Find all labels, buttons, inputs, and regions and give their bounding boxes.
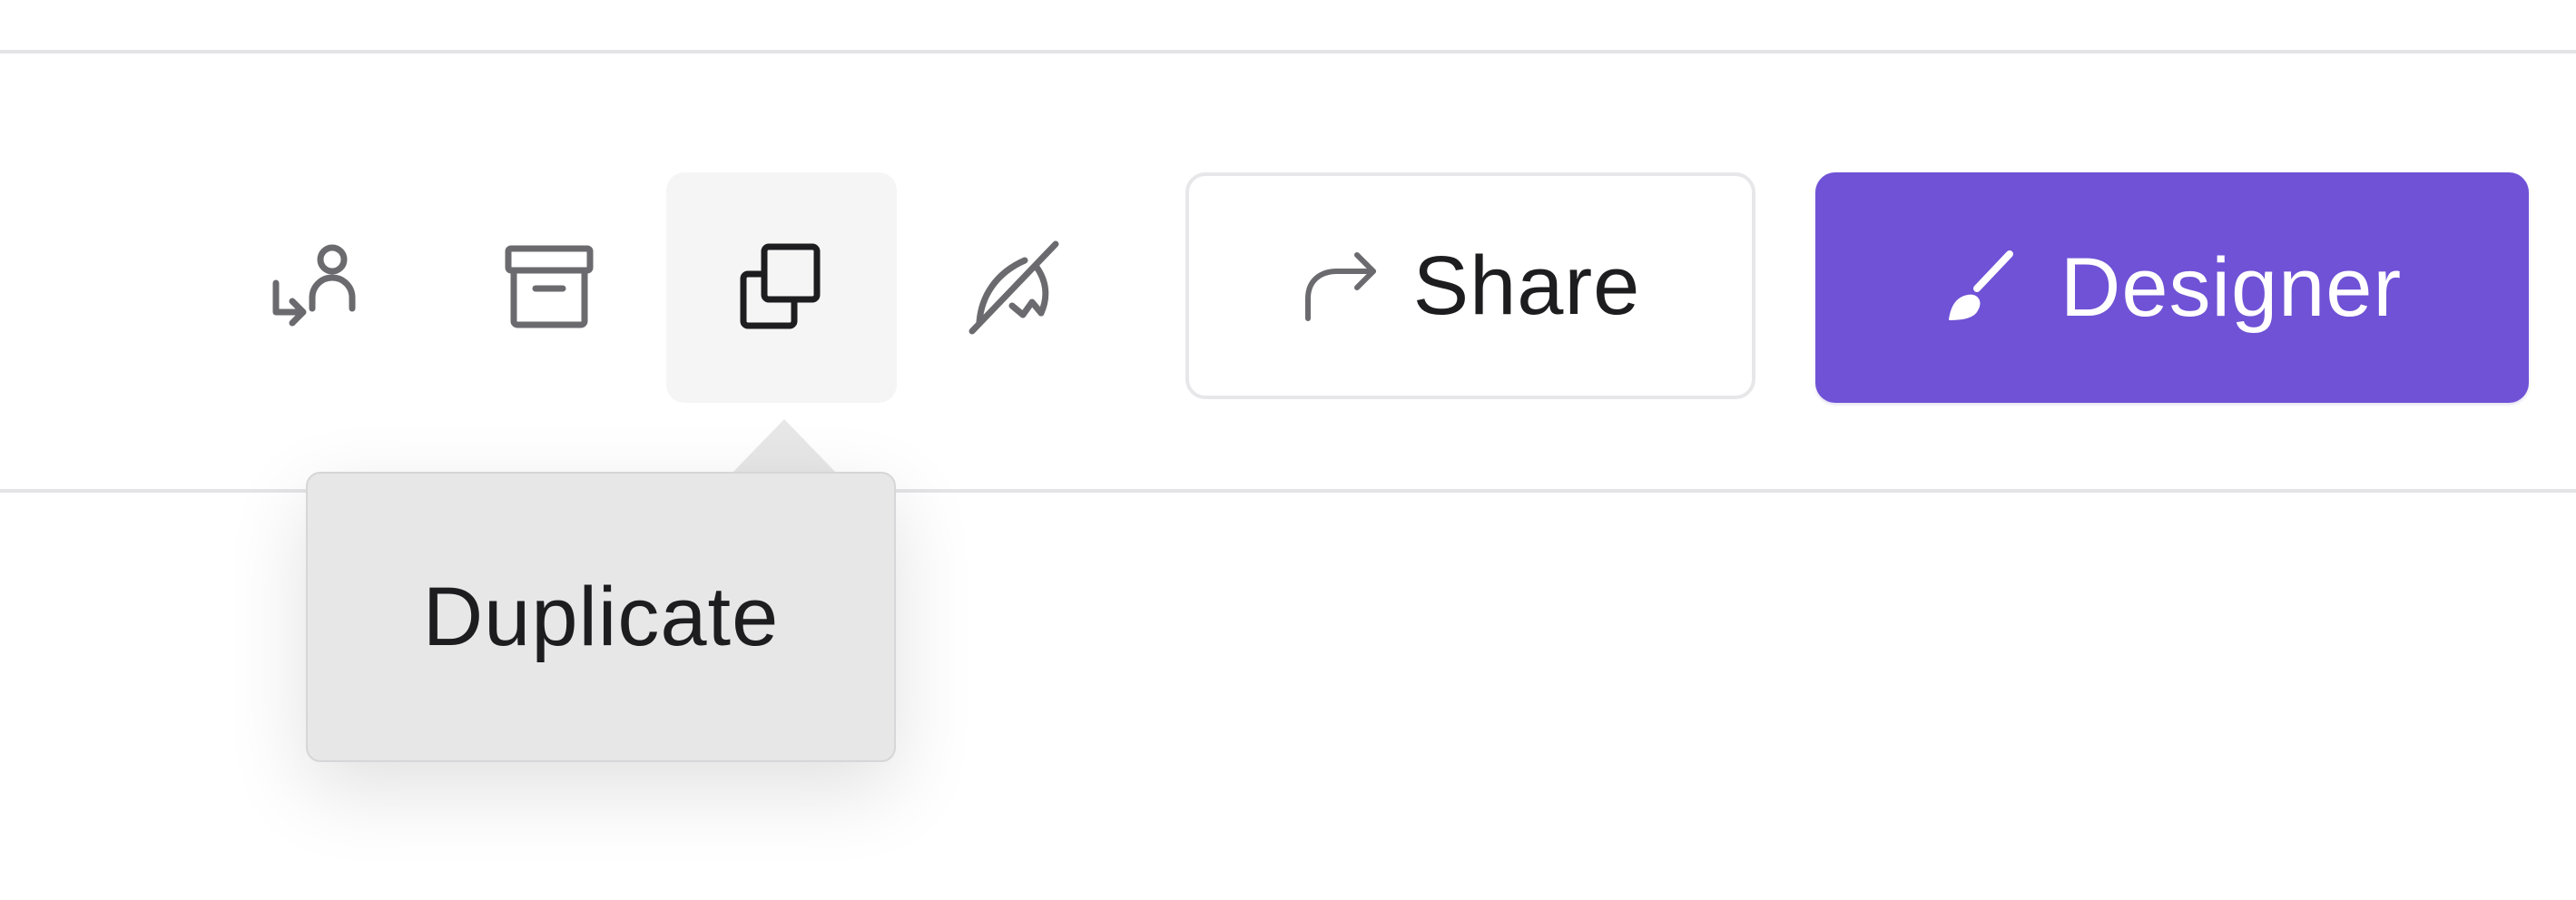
assign-button[interactable] [202, 172, 432, 403]
pen-slash-icon [959, 233, 1068, 342]
designer-label: Designer [2060, 240, 2403, 334]
share-arrow-icon [1301, 242, 1384, 330]
paintbrush-icon [1942, 247, 2020, 329]
tooltip-arrow [732, 419, 837, 474]
sign-off-button[interactable] [899, 172, 1129, 403]
designer-button[interactable]: Designer [1815, 172, 2529, 403]
toolbar-panel: Share Designer Duplicate [0, 0, 2576, 900]
archive-button[interactable] [434, 172, 664, 403]
user-arrow-icon [267, 238, 367, 338]
duplicate-tooltip: Duplicate [306, 472, 896, 762]
top-divider [0, 50, 2576, 54]
share-button[interactable]: Share [1185, 172, 1755, 399]
share-label: Share [1412, 239, 1641, 332]
duplicate-button[interactable] [666, 172, 897, 403]
duplicate-icon [732, 238, 831, 338]
archive-box-icon [499, 238, 599, 338]
tooltip-text: Duplicate [422, 570, 780, 663]
